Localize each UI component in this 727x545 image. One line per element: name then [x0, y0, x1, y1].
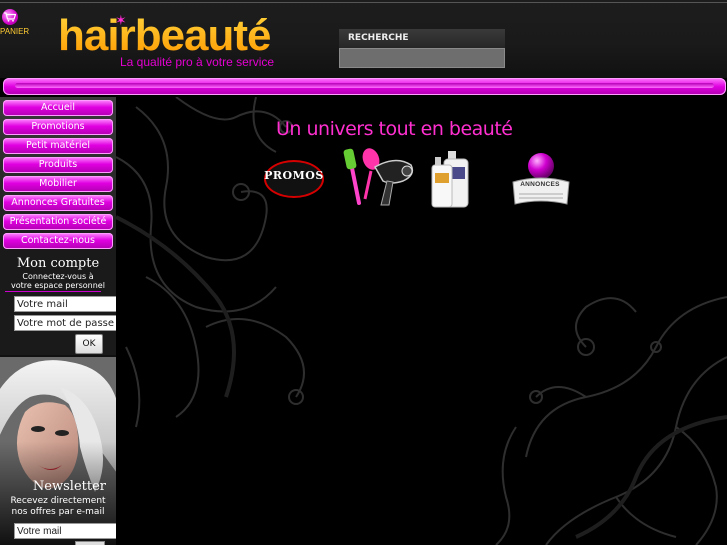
newsletter-subtitle: Recevez directement — [10, 496, 106, 506]
email-field[interactable] — [14, 296, 117, 312]
shampoo-bottles-icon — [431, 151, 469, 208]
category-petit-materiel[interactable] — [341, 147, 416, 211]
site-logo[interactable]: hairbeauté ✶ La qualité pro à votre serv… — [58, 11, 308, 74]
slogan: Un univers tout en beauté — [276, 118, 513, 140]
login-ok-button[interactable]: OK — [75, 334, 103, 354]
account-subtitle: Connectez-vous à — [22, 272, 94, 281]
account-divider — [5, 291, 101, 292]
hairdryer-brush-icon — [343, 148, 414, 206]
menu-item-promotions[interactable]: Promotions — [3, 119, 113, 135]
search-box: RECHERCHE — [339, 29, 505, 69]
newsletter-panel: Newsletter Recevez directement nos offre… — [0, 357, 116, 545]
header-divider — [0, 2, 727, 3]
menu-item-presentation[interactable]: Présentation société — [3, 214, 113, 230]
swirl-background — [116, 97, 727, 545]
logo-wordmark: hairbeauté — [58, 11, 272, 60]
category-annonces[interactable]: ANNONCES — [509, 152, 573, 210]
menu-item-contact[interactable]: Contactez-nous — [3, 233, 113, 249]
promos-label: PROMOS — [264, 169, 324, 182]
account-title: Mon compte — [16, 256, 100, 271]
menu-item-mobilier[interactable]: Mobilier — [3, 176, 113, 192]
newsletter-title: Newsletter — [32, 479, 106, 494]
star-icon: ✶ — [115, 13, 127, 29]
menu-item-produits[interactable]: Produits — [3, 157, 113, 173]
category-promos[interactable]: PROMOS — [264, 158, 326, 200]
main-menu: Accueil Promotions Petit matériel Produi… — [0, 97, 116, 252]
newsletter-email-field[interactable] — [14, 523, 116, 539]
logo-tagline: La qualité pro à votre service — [120, 55, 275, 69]
search-label: RECHERCHE — [339, 29, 505, 48]
password-field[interactable] — [14, 315, 117, 331]
decorative-bar — [3, 78, 726, 95]
category-produits[interactable] — [428, 147, 476, 211]
menu-item-petit-materiel[interactable]: Petit matériel — [3, 138, 113, 154]
menu-item-annonces[interactable]: Annonces Gratuites — [3, 195, 113, 211]
menu-item-accueil[interactable]: Accueil — [3, 100, 113, 116]
cart-link[interactable]: PANIER — [0, 6, 40, 40]
cart-label: PANIER — [0, 27, 30, 36]
account-subtitle: votre espace personnel — [11, 281, 105, 290]
annonces-label: ANNONCES — [520, 181, 560, 188]
sidebar: Accueil Promotions Petit matériel Produi… — [0, 97, 117, 545]
header: PANIER hairbeauté ✶ La qualité pro à vot… — [0, 0, 727, 78]
newsletter-subtitle: nos offres par e-mail — [11, 507, 105, 517]
cart-icon — [2, 9, 18, 25]
account-panel: Mon compte Connectez-vous à votre espace… — [0, 252, 117, 355]
decorative-bar-inner — [15, 83, 714, 88]
newsletter-submit-button[interactable] — [75, 541, 105, 545]
main-content: Un univers tout en beauté PROMOS ANNONCE… — [116, 97, 727, 545]
search-input[interactable] — [339, 48, 505, 68]
